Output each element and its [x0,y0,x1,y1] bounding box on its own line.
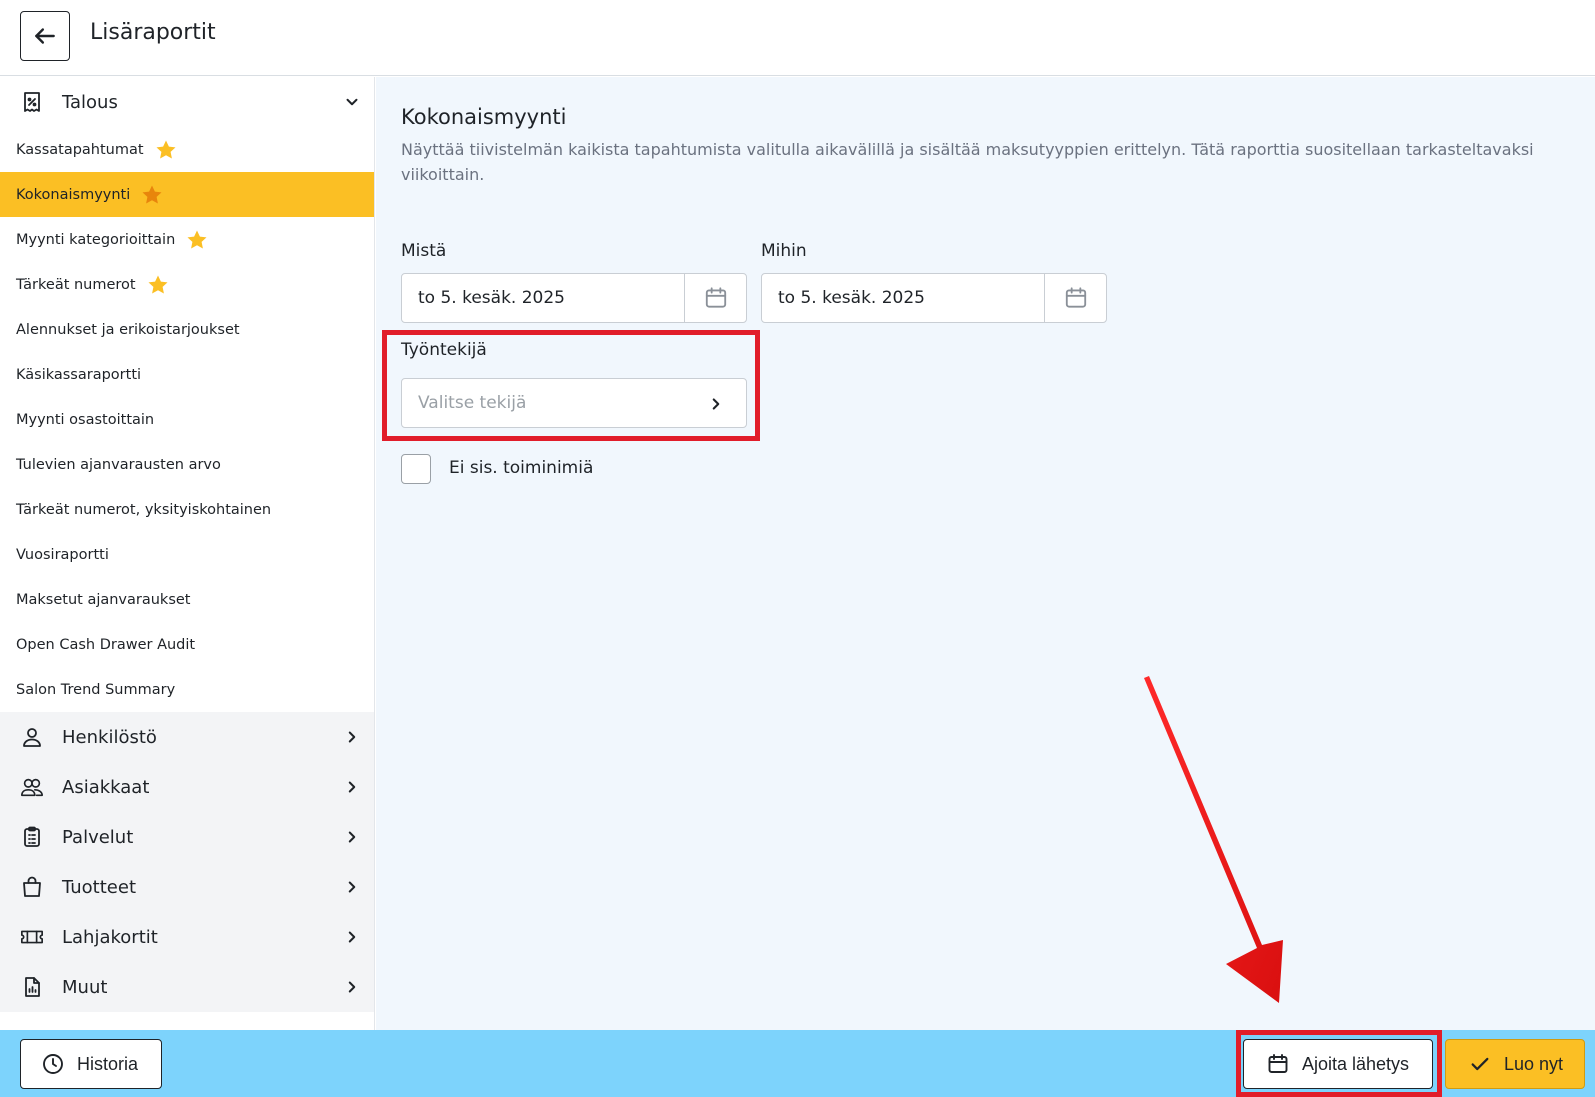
sidebar-report-label: Käsikassaraportti [16,366,142,383]
sidebar-report-item[interactable]: Kokonaismyynti [0,172,374,217]
calendar-icon [705,287,726,308]
to-date-label: Mihin [761,241,807,261]
exclude-business-names-label: Ei sis. toiminimiä [449,458,594,478]
check-icon [1468,1052,1492,1076]
sidebar-report-item[interactable]: Kassatapahtumat [0,127,374,172]
sidebar-report-item[interactable]: Alennukset ja erikoistarjoukset [0,307,374,352]
report-description: Näyttää tiivistelmän kaikista tapahtumis… [401,140,1534,184]
star-icon[interactable] [140,183,164,207]
history-button[interactable]: Historia [20,1039,162,1089]
to-date-value[interactable]: to 5. kesäk. 2025 [762,274,1044,322]
sidebar-group-label: Lahjakortit [62,926,158,948]
sidebar-report-label: Open Cash Drawer Audit [16,636,196,653]
sidebar-report-item[interactable]: Myynti kategorioittain [0,217,374,262]
to-date-picker-button[interactable] [1044,274,1106,322]
star-icon[interactable] [154,138,178,162]
sidebar-group-asiakkaat[interactable]: Asiakkaat [0,762,374,812]
sidebar-report-list: Kassatapahtumat Kokonaismyynti Myynti kate… [0,127,374,712]
arrow-left-icon [35,28,55,44]
sidebar-report-label: Tulevien ajanvarausten arvo [16,456,221,473]
report-icon [20,975,44,999]
shopping-bag-icon [20,875,44,899]
sidebar-report-item[interactable]: Tärkeät numerot [0,262,374,307]
sidebar-report-label: Tärkeät numerot [16,276,136,293]
sidebar-report-item[interactable]: Tärkeät numerot, yksityiskohtainen [0,487,374,532]
annotation-highlight-employee [382,330,760,441]
sidebar-report-label: Myynti kategorioittain [16,231,176,248]
create-now-label: Luo nyt [1504,1053,1564,1074]
sidebar-report-label: Maksetut ajanvaraukset [16,591,191,608]
sidebar-collapsed-groups: Henkilöstö Asiakkaat Palvelut Tuotteet Lahja… [0,712,374,1012]
chevron-right-icon [342,877,362,897]
sidebar-report-label: Vuosiraportti [16,546,109,563]
sidebar-group-label: Asiakkaat [62,776,150,798]
chevron-right-icon [342,977,362,997]
report-panel: Kokonaismyynti Näyttää tiivistelmän kaik… [376,77,1595,1030]
history-button-label: Historia [77,1053,139,1074]
sidebar-report-item[interactable]: Salon Trend Summary [0,667,374,712]
ticket-icon [20,925,44,949]
sidebar-group-tuotteet[interactable]: Tuotteet [0,862,374,912]
sidebar-report-item[interactable]: Vuosiraportti [0,532,374,577]
receipt-percent-icon [20,90,44,114]
sidebar-report-item[interactable]: Open Cash Drawer Audit [0,622,374,667]
star-icon[interactable] [146,273,170,297]
sidebar-group-talous[interactable]: Talous [0,77,374,127]
sidebar-report-label: Kassatapahtumat [16,141,144,158]
chevron-down-icon [342,92,362,112]
person-icon [20,725,44,749]
sidebar-report-item[interactable]: Myynti osastoittain [0,397,374,442]
report-title: Kokonaismyynti [401,105,567,129]
sidebar-report-item[interactable]: Käsikassaraportti [0,352,374,397]
sidebar-group-label: Palvelut [62,826,134,848]
chevron-right-icon [342,827,362,847]
to-date-field[interactable]: to 5. kesäk. 2025 [761,273,1107,323]
calendar-icon [1065,287,1086,308]
sidebar-report-label: Kokonaismyynti [16,186,131,203]
from-date-field[interactable]: to 5. kesäk. 2025 [401,273,747,323]
clock-icon [41,1052,65,1076]
report-sidebar: Talous Kassatapahtumat Kokonaismyynti Myyn… [0,77,375,1030]
sidebar-group-label: Talous [62,91,118,113]
back-button[interactable] [20,11,70,61]
annotation-highlight-schedule [1236,1030,1442,1097]
sidebar-group-henkil-st-[interactable]: Henkilöstö [0,712,374,762]
chevron-right-icon [342,777,362,797]
star-icon[interactable] [185,228,209,252]
sidebar-report-label: Alennukset ja erikoistarjoukset [16,321,240,338]
exclude-business-names-checkbox[interactable] [401,454,431,484]
sidebar-report-label: Tärkeät numerot, yksityiskohtainen [16,501,272,518]
sidebar-group-label: Tuotteet [62,876,137,898]
users-icon [20,775,44,799]
chevron-right-icon [342,727,362,747]
create-now-button[interactable]: Luo nyt [1445,1039,1585,1089]
clipboard-icon [20,825,44,849]
from-date-value[interactable]: to 5. kesäk. 2025 [402,274,684,322]
app-header: Lisäraportit [0,0,1595,76]
sidebar-group-label: Henkilöstö [62,726,157,748]
sidebar-group-palvelut[interactable]: Palvelut [0,812,374,862]
page-title: Lisäraportit [90,20,216,45]
sidebar-group-label: Muut [62,976,108,998]
sidebar-group-lahjakortit[interactable]: Lahjakortit [0,912,374,962]
from-date-picker-button[interactable] [684,274,746,322]
sidebar-group-muut[interactable]: Muut [0,962,374,1012]
sidebar-report-item[interactable]: Tulevien ajanvarausten arvo [0,442,374,487]
sidebar-report-label: Myynti osastoittain [16,411,155,428]
from-date-label: Mistä [401,241,447,261]
sidebar-report-label: Salon Trend Summary [16,681,176,698]
chevron-right-icon [342,927,362,947]
sidebar-report-item[interactable]: Maksetut ajanvaraukset [0,577,374,622]
